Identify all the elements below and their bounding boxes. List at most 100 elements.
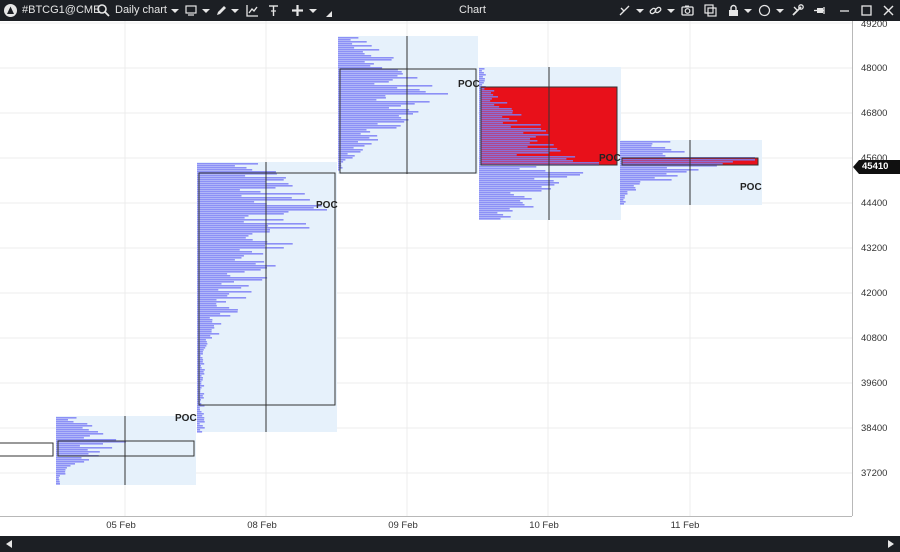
volume-bar: [197, 411, 202, 413]
volume-bar: [338, 125, 401, 127]
volume-bar: [479, 198, 532, 200]
color-circle-icon[interactable]: [757, 3, 772, 18]
volume-bar: [197, 323, 222, 325]
date-label-08-feb: 08 Feb: [247, 520, 277, 531]
volume-bar: [56, 421, 74, 423]
volume-bar: [338, 43, 353, 45]
volume-bar: [338, 113, 413, 115]
link-icon[interactable]: [648, 3, 663, 18]
volume-bar: [338, 53, 365, 55]
volume-bar: [620, 143, 653, 145]
dropdown-arrow-icon[interactable]: [741, 3, 756, 18]
volume-bar: [56, 461, 85, 463]
minimize-icon[interactable]: [837, 3, 852, 18]
volume-bar: [338, 135, 378, 137]
time-axis[interactable]: 05 Feb 08 Feb 09 Feb 10 Feb 11 Feb: [0, 516, 852, 537]
current-price-label: 45410: [862, 161, 889, 172]
volume-bar: [338, 37, 359, 39]
price-label-38400: 38400: [861, 423, 888, 434]
pin-icon[interactable]: [812, 3, 827, 18]
volume-bar: [56, 451, 100, 453]
indicators-icon[interactable]: [245, 3, 260, 18]
crosshair-icon[interactable]: [617, 3, 632, 18]
chart-area[interactable]: POC POC POC POC POC: [0, 21, 852, 516]
volume-bar: [197, 369, 205, 371]
volume-bar: [56, 475, 60, 477]
dropdown-arrow-icon[interactable]: [664, 3, 679, 18]
timeframe-selector[interactable]: Daily chart: [115, 0, 167, 21]
volume-bar: [479, 130, 546, 132]
volume-bar: [197, 379, 203, 381]
settings-wrench-icon[interactable]: [790, 3, 805, 18]
volume-bar: [338, 159, 346, 161]
volume-bar: [197, 233, 253, 235]
volume-bar: [197, 309, 238, 311]
volume-bar: [338, 67, 383, 69]
volume-bar: [338, 161, 344, 163]
templates-icon[interactable]: [266, 3, 281, 18]
volume-bar: [197, 219, 284, 221]
horizontal-scrollbar[interactable]: [0, 536, 900, 552]
volume-bar: [197, 339, 206, 341]
volume-bar: [479, 144, 554, 146]
volume-bar: [197, 257, 242, 259]
volume-bar: [479, 108, 512, 110]
volume-bar: [338, 105, 401, 107]
volume-bar: [56, 459, 89, 461]
volume-bar: [479, 120, 518, 122]
price-label-44400: 44400: [861, 198, 888, 209]
dropdown-arrow-icon[interactable]: [773, 3, 788, 18]
volume-bar: [197, 277, 268, 279]
volume-bar: [56, 453, 89, 455]
volume-bar: [197, 181, 266, 183]
volume-bar: [338, 145, 365, 147]
date-label-09-feb: 09 Feb: [388, 520, 418, 531]
profile-08-feb-poc-label: POC: [316, 200, 338, 211]
close-icon[interactable]: [881, 3, 896, 18]
volume-bar: [197, 285, 249, 287]
volume-bar: [479, 72, 484, 74]
volume-bar: [338, 153, 348, 155]
volume-bar: [197, 255, 244, 257]
volume-bar: [56, 439, 117, 441]
lock-icon[interactable]: [726, 3, 741, 18]
volume-bar: [197, 263, 256, 265]
volume-bar: [620, 197, 625, 199]
volume-bar: [338, 155, 355, 157]
volume-bar: [197, 165, 235, 167]
dropdown-arrow-icon[interactable]: [633, 3, 648, 18]
profile-02-feb-value-area[interactable]: [0, 442, 54, 457]
volume-bar: [338, 129, 367, 131]
pencil-icon[interactable]: [214, 3, 229, 18]
volume-bar: [197, 299, 217, 301]
copy-window-icon[interactable]: [703, 3, 718, 18]
volume-bar: [479, 134, 549, 136]
volume-bar: [197, 211, 289, 213]
volume-bar: [56, 447, 113, 449]
volume-bar: [338, 55, 372, 57]
symbol-selector[interactable]: #BTCG1@CME: [22, 0, 100, 21]
app-logo-icon[interactable]: [3, 3, 18, 18]
price-axis[interactable]: 49200 48000 46800 45600 44400 43200 4200…: [852, 19, 900, 516]
dropdown-arrow-icon[interactable]: [228, 3, 243, 18]
maximize-icon[interactable]: [859, 3, 874, 18]
volume-bar: [479, 142, 530, 144]
scroll-left-icon[interactable]: [4, 539, 14, 549]
dropdown-arrow-icon[interactable]: [168, 3, 183, 18]
volume-bar: [338, 111, 419, 113]
search-icon[interactable]: [96, 3, 111, 18]
dropdown-arrow-icon[interactable]: [199, 3, 214, 18]
volume-bar: [197, 215, 249, 217]
volume-bar: [620, 159, 755, 161]
volume-bar: [479, 146, 528, 148]
profile-11-feb-poc-label: POC: [740, 182, 762, 193]
scroll-right-icon[interactable]: [886, 539, 896, 549]
plus-icon[interactable]: [290, 3, 305, 18]
volume-bar: [479, 166, 537, 168]
volume-bar: [479, 88, 485, 90]
chart-canvas[interactable]: [0, 21, 852, 516]
camera-icon[interactable]: [680, 3, 695, 18]
volume-bar: [197, 229, 270, 231]
chart-type-icon[interactable]: [184, 3, 199, 18]
volume-bar: [56, 473, 66, 475]
